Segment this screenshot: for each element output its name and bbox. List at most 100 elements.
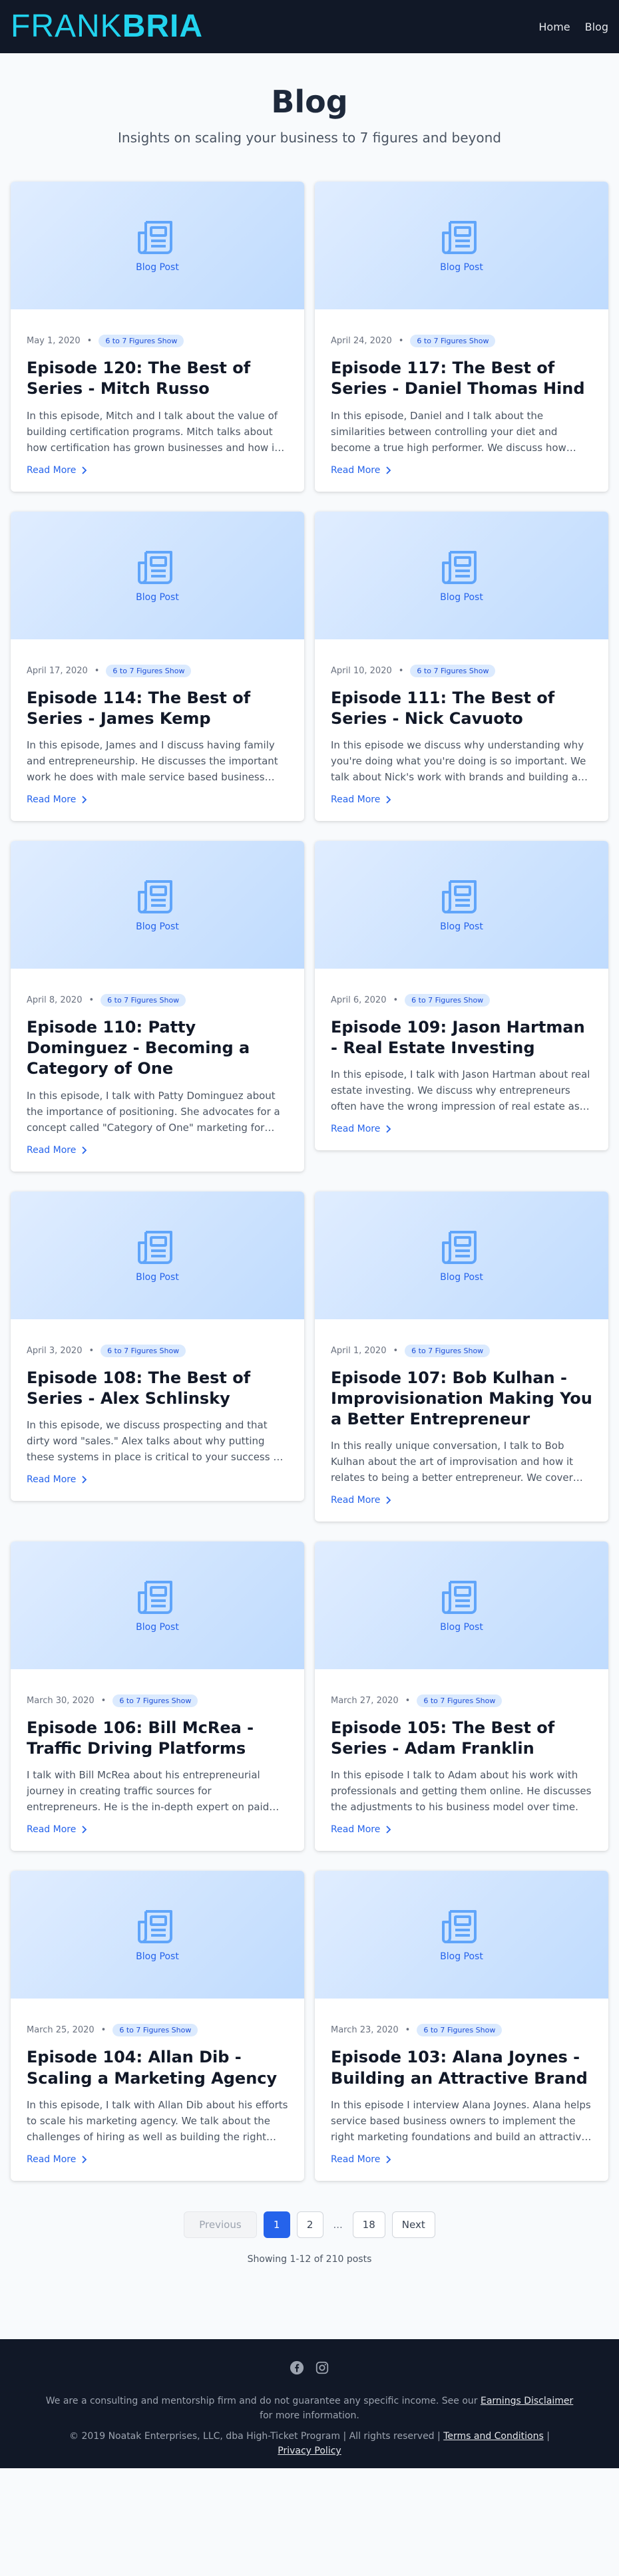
- read-more-link[interactable]: Read More: [27, 1824, 87, 1835]
- read-more-link[interactable]: Read More: [27, 794, 87, 805]
- blog-card[interactable]: Blog Post March 27, 2020 • 6 to 7 Figure…: [315, 1541, 608, 1852]
- post-excerpt: In this episode, I talk with Allan Dib a…: [27, 2098, 288, 2143]
- chevron-right-icon: [82, 1146, 87, 1154]
- blog-card[interactable]: Blog Post March 23, 2020 • 6 to 7 Figure…: [315, 1871, 608, 2181]
- card-body: April 24, 2020 • 6 to 7 Figures Show Epi…: [315, 309, 608, 491]
- post-thumbnail[interactable]: Blog Post: [315, 1871, 608, 1999]
- post-thumbnail[interactable]: Blog Post: [315, 840, 608, 969]
- post-thumbnail[interactable]: Blog Post: [315, 182, 608, 310]
- post-meta: May 1, 2020 • 6 to 7 Figures Show: [27, 335, 288, 348]
- post-title[interactable]: Episode 114: The Best of Series - James …: [27, 688, 288, 729]
- post-thumbnail[interactable]: Blog Post: [11, 1191, 304, 1319]
- blog-card[interactable]: Blog Post April 10, 2020 • 6 to 7 Figure…: [315, 511, 608, 821]
- post-title[interactable]: Episode 109: Jason Hartman - Real Estate…: [331, 1017, 592, 1058]
- read-more-label: Read More: [27, 1144, 77, 1156]
- category-badge[interactable]: 6 to 7 Figures Show: [417, 1694, 503, 1708]
- meta-separator: •: [101, 2025, 106, 2036]
- read-more-link[interactable]: Read More: [331, 465, 391, 476]
- newspaper-icon: [441, 1910, 477, 1944]
- read-more-link[interactable]: Read More: [331, 794, 391, 805]
- blog-card[interactable]: Blog Post March 25, 2020 • 6 to 7 Figure…: [11, 1871, 304, 2181]
- post-title[interactable]: Episode 105: The Best of Series - Adam F…: [331, 1718, 592, 1759]
- category-badge[interactable]: 6 to 7 Figures Show: [101, 993, 186, 1007]
- page-last-button[interactable]: 18: [352, 2211, 385, 2238]
- post-thumbnail[interactable]: Blog Post: [315, 1541, 608, 1670]
- post-title[interactable]: Episode 117: The Best of Series - Daniel…: [331, 358, 592, 399]
- nav-home-link[interactable]: Home: [538, 21, 570, 33]
- category-badge[interactable]: 6 to 7 Figures Show: [112, 1694, 198, 1708]
- post-title[interactable]: Episode 110: Patty Dominguez - Becoming …: [27, 1017, 288, 1080]
- chevron-right-icon: [386, 1125, 391, 1133]
- blog-card[interactable]: Blog Post April 24, 2020 • 6 to 7 Figure…: [315, 182, 608, 492]
- category-badge[interactable]: 6 to 7 Figures Show: [410, 664, 496, 677]
- post-title[interactable]: Episode 120: The Best of Series - Mitch …: [27, 358, 288, 399]
- blog-card[interactable]: Blog Post April 6, 2020 • 6 to 7 Figures…: [315, 840, 608, 1151]
- logo-bold-text: BRIA: [122, 9, 204, 44]
- logo-light-text: FRANK: [11, 9, 122, 44]
- nav-blog-link[interactable]: Blog: [585, 21, 608, 33]
- category-badge[interactable]: 6 to 7 Figures Show: [99, 335, 184, 348]
- thumbnail-label: Blog Post: [136, 921, 179, 932]
- card-body: May 1, 2020 • 6 to 7 Figures Show Episod…: [11, 309, 304, 491]
- post-thumbnail[interactable]: Blog Post: [315, 1191, 608, 1319]
- category-badge[interactable]: 6 to 7 Figures Show: [112, 2024, 198, 2037]
- instagram-icon[interactable]: [315, 2360, 329, 2378]
- post-title[interactable]: Episode 103: Alana Joynes - Building an …: [331, 2047, 592, 2088]
- chevron-right-icon: [386, 1826, 391, 1834]
- newspaper-icon: [137, 550, 172, 584]
- read-more-link[interactable]: Read More: [27, 2154, 87, 2165]
- read-more-link[interactable]: Read More: [27, 465, 87, 476]
- pagination: Previous 1 2 ... 18 Next: [11, 2211, 608, 2238]
- page-subtitle: Insights on scaling your business to 7 f…: [118, 130, 501, 146]
- post-date: March 25, 2020: [27, 2025, 95, 2036]
- post-title[interactable]: Episode 104: Allan Dib - Scaling a Marke…: [27, 2047, 288, 2088]
- newspaper-icon: [441, 221, 477, 255]
- chevron-right-icon: [82, 466, 87, 474]
- category-badge[interactable]: 6 to 7 Figures Show: [405, 993, 491, 1007]
- site-logo[interactable]: FRANKBRIA: [11, 11, 203, 43]
- newspaper-icon: [441, 550, 477, 584]
- post-thumbnail[interactable]: Blog Post: [11, 840, 304, 969]
- read-more-link[interactable]: Read More: [331, 1495, 391, 1506]
- post-excerpt: In this episode we discuss why understan…: [331, 738, 586, 783]
- facebook-icon[interactable]: [290, 2360, 304, 2378]
- site-footer: We are a consulting and mentorship firm …: [0, 2338, 619, 2468]
- blog-card[interactable]: Blog Post April 3, 2020 • 6 to 7 Figures…: [11, 1191, 304, 1501]
- post-thumbnail[interactable]: Blog Post: [315, 511, 608, 639]
- earnings-disclaimer-link[interactable]: Earnings Disclaimer: [481, 2396, 573, 2406]
- post-thumbnail[interactable]: Blog Post: [11, 1541, 304, 1670]
- post-title[interactable]: Episode 106: Bill McRea - Traffic Drivin…: [27, 1718, 288, 1759]
- results-count: Showing 1-12 of 210 posts: [247, 2253, 372, 2265]
- read-more-link[interactable]: Read More: [27, 1145, 87, 1156]
- previous-page-button[interactable]: Previous: [184, 2211, 257, 2238]
- category-badge[interactable]: 6 to 7 Figures Show: [106, 664, 192, 677]
- blog-card[interactable]: Blog Post March 30, 2020 • 6 to 7 Figure…: [11, 1541, 304, 1852]
- read-more-link[interactable]: Read More: [331, 1124, 391, 1134]
- post-title[interactable]: Episode 108: The Best of Series - Alex S…: [27, 1368, 288, 1409]
- page-2-button[interactable]: 2: [296, 2211, 323, 2238]
- privacy-link[interactable]: Privacy Policy: [278, 2446, 341, 2456]
- post-date: March 27, 2020: [331, 1696, 399, 1706]
- post-title[interactable]: Episode 107: Bob Kulhan - Improvisionati…: [331, 1368, 592, 1430]
- terms-link[interactable]: Terms and Conditions: [443, 2431, 544, 2442]
- read-more-link[interactable]: Read More: [331, 1824, 391, 1835]
- category-badge[interactable]: 6 to 7 Figures Show: [410, 335, 496, 348]
- post-thumbnail[interactable]: Blog Post: [11, 1871, 304, 1999]
- read-more-link[interactable]: Read More: [27, 1474, 87, 1485]
- blog-card[interactable]: Blog Post April 17, 2020 • 6 to 7 Figure…: [11, 511, 304, 821]
- category-badge[interactable]: 6 to 7 Figures Show: [405, 1344, 491, 1357]
- blog-card[interactable]: Blog Post April 1, 2020 • 6 to 7 Figures…: [315, 1191, 608, 1522]
- read-more-link[interactable]: Read More: [331, 2154, 391, 2165]
- meta-separator: •: [393, 995, 399, 1005]
- post-title[interactable]: Episode 111: The Best of Series - Nick C…: [331, 688, 592, 729]
- read-more-label: Read More: [331, 1495, 381, 1506]
- category-badge[interactable]: 6 to 7 Figures Show: [101, 1344, 186, 1357]
- post-thumbnail[interactable]: Blog Post: [11, 182, 304, 310]
- thumbnail-label: Blog Post: [440, 262, 483, 273]
- post-thumbnail[interactable]: Blog Post: [11, 511, 304, 639]
- blog-card[interactable]: Blog Post April 8, 2020 • 6 to 7 Figures…: [11, 840, 304, 1172]
- category-badge[interactable]: 6 to 7 Figures Show: [417, 2024, 503, 2037]
- page-1-button[interactable]: 1: [263, 2211, 290, 2238]
- blog-card[interactable]: Blog Post May 1, 2020 • 6 to 7 Figures S…: [11, 182, 304, 492]
- next-page-button[interactable]: Next: [391, 2211, 435, 2238]
